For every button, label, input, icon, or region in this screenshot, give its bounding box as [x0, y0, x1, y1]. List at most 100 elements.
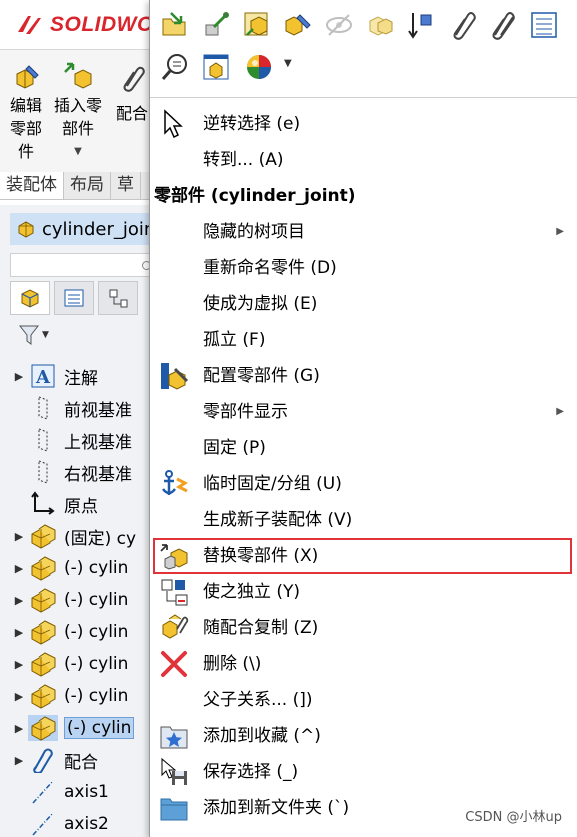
tree-row-label: (-) cylin — [64, 590, 129, 610]
chevron-right-icon[interactable]: ▶ — [0, 754, 28, 767]
move-to-icon[interactable] — [404, 8, 438, 42]
part-icon — [28, 715, 58, 741]
tree-row[interactable]: 原点 — [0, 488, 160, 520]
menu-item[interactable]: 使之独立 (Y) — [150, 574, 577, 610]
smart-fastener-icon[interactable] — [240, 8, 274, 42]
menu-item-label: 生成新子装配体 (V) — [203, 510, 353, 530]
insert-component-label-1: 插入零 — [53, 96, 102, 115]
tree-row[interactable]: axis2 — [0, 808, 160, 837]
chevron-right-icon[interactable]: ▶ — [0, 722, 28, 735]
tab-property-manager[interactable] — [54, 281, 94, 315]
properties-icon[interactable] — [527, 8, 561, 42]
mate-button[interactable]: 配合 — [112, 62, 152, 125]
chevron-right-icon[interactable]: ▶ — [0, 530, 28, 543]
tree-row[interactable]: ▶ (固定) cy — [0, 520, 160, 552]
menu-item-label: 孤立 (F) — [203, 330, 266, 350]
chevron-right-icon[interactable]: ▶ — [0, 594, 28, 607]
tree-row[interactable]: 右视基准 — [0, 456, 160, 488]
menu-item-label: 父子关系... (]) — [203, 690, 313, 710]
tree-row[interactable]: ▶ 配合 — [0, 744, 160, 776]
mate-clip2-icon[interactable] — [486, 8, 520, 42]
chevron-right-icon[interactable]: ▶ — [0, 562, 28, 575]
replace-component-icon — [158, 541, 190, 571]
menu-item-label: 保存选择 (_) — [203, 762, 299, 782]
menu-item[interactable]: 逆转选择 (e) — [150, 106, 577, 142]
tree-row-label: (-) cylin — [64, 654, 129, 674]
tree-row-label: (-) cylin — [64, 622, 129, 642]
tree-row-label: axis1 — [64, 782, 109, 802]
open-part-icon[interactable] — [158, 8, 192, 42]
zoom-to-selection-icon[interactable] — [158, 50, 192, 84]
tree-row[interactable]: 前视基准 — [0, 392, 160, 424]
menu-item[interactable]: 保存选择 (_) — [150, 754, 577, 790]
chevron-right-icon[interactable]: ▶ — [0, 626, 28, 639]
tree-row[interactable]: ▶ (-) cylin — [0, 584, 160, 616]
menu-item[interactable]: 生成新子装配体 (V) — [150, 502, 577, 538]
menu-item-label: 替换零部件 (X) — [203, 546, 319, 566]
menu-item[interactable]: 替换零部件 (X) — [153, 538, 572, 574]
tree-row[interactable]: ▶ (-) cylin — [0, 552, 160, 584]
tree-row[interactable]: ▶ (-) cylin — [0, 648, 160, 680]
chevron-right-icon[interactable]: ▶ — [0, 370, 28, 383]
tree-row[interactable]: axis1 — [0, 776, 160, 808]
tree-header[interactable]: cylinder_join — [10, 213, 160, 245]
tab-sketch[interactable]: 草 — [111, 172, 141, 199]
tree-row-label: 右视基准 — [64, 464, 132, 485]
chevron-right-icon[interactable]: ▶ — [0, 658, 28, 671]
appearance-icon[interactable] — [242, 50, 276, 84]
hide-icon[interactable] — [322, 8, 356, 42]
tree-row[interactable]: ▶ (-) cylin — [0, 616, 160, 648]
tree-row-label: (-) cylin — [64, 686, 129, 706]
menu-item[interactable]: 零部件显示 ▶ — [150, 394, 577, 430]
menu-item[interactable]: 配置零部件 (G) — [150, 358, 577, 394]
part-icon — [28, 555, 58, 581]
edit-part-icon[interactable] — [281, 8, 315, 42]
menu-item[interactable]: 删除 (\) — [150, 646, 577, 682]
menu-item-label: 零部件显示 — [203, 402, 288, 422]
tree-row-label: 注解 — [64, 368, 98, 389]
tab-layout[interactable]: 布局 — [64, 172, 111, 199]
mate-label: 配合 — [115, 104, 148, 123]
menu-item[interactable]: 孤立 (F) — [150, 322, 577, 358]
favorite-icon — [158, 721, 190, 751]
tab-assembly[interactable]: 装配体 — [0, 172, 64, 199]
feature-manager-tree: cylinder_join ▼ ▶ A 注解 前视基准 上视基准 右视基准 原点… — [0, 205, 160, 837]
config-icon — [109, 289, 128, 308]
axis-icon — [28, 811, 58, 837]
menu-item-label: 转到... (A) — [203, 150, 284, 170]
menu-item[interactable]: 重新命名零件 (D) — [150, 250, 577, 286]
insert-component-button[interactable]: 插入零 部件 ▼ — [50, 62, 106, 163]
menu-item[interactable]: 父子关系... (]) — [150, 682, 577, 718]
edit-component-icon — [16, 65, 39, 89]
menu-item[interactable]: 使成为虚拟 (E) — [150, 286, 577, 322]
chevron-down-icon[interactable]: ▼ — [284, 58, 292, 69]
tab-feature-manager[interactable] — [10, 281, 50, 315]
tree-row-label: (固定) cy — [64, 528, 137, 549]
menu-item[interactable]: 随配合复制 (Z) — [150, 610, 577, 646]
configure-component-icon — [158, 361, 190, 391]
axis-icon — [28, 779, 58, 805]
chevron-right-icon[interactable]: ▶ — [0, 690, 28, 703]
edit-component-label-1: 编辑 — [9, 96, 42, 115]
part-icon — [28, 619, 58, 645]
tree-search-input[interactable] — [10, 253, 160, 277]
solidworks-logo: SOLIDWO — [14, 6, 154, 44]
open-drawing-icon[interactable] — [199, 50, 233, 84]
tree-row[interactable]: ▶ (-) cylin — [0, 712, 160, 744]
tab-configuration-manager[interactable] — [98, 281, 138, 315]
mate-clip-icon[interactable] — [445, 8, 479, 42]
tree-row[interactable]: 上视基准 — [0, 424, 160, 456]
edit-component-button[interactable]: 编辑 零部 件 — [6, 62, 46, 163]
transparency-icon[interactable] — [363, 8, 397, 42]
menu-item[interactable]: 临时固定/分组 (U) — [150, 466, 577, 502]
rebuild-icon[interactable] — [199, 8, 233, 42]
chevron-down-icon[interactable]: ▼ — [74, 140, 82, 163]
menu-item[interactable]: 固定 (P) — [150, 430, 577, 466]
tree-row[interactable]: ▶ A 注解 — [0, 360, 160, 392]
menu-item[interactable]: 添加到收藏 (^) — [150, 718, 577, 754]
chevron-right-icon: ▶ — [556, 406, 564, 417]
menu-item[interactable]: 转到... (A) — [150, 142, 577, 178]
tree-row[interactable]: ▶ (-) cylin — [0, 680, 160, 712]
menu-item[interactable]: 隐藏的树项目 ▶ — [150, 214, 577, 250]
filter-button[interactable]: ▼ — [18, 323, 49, 347]
